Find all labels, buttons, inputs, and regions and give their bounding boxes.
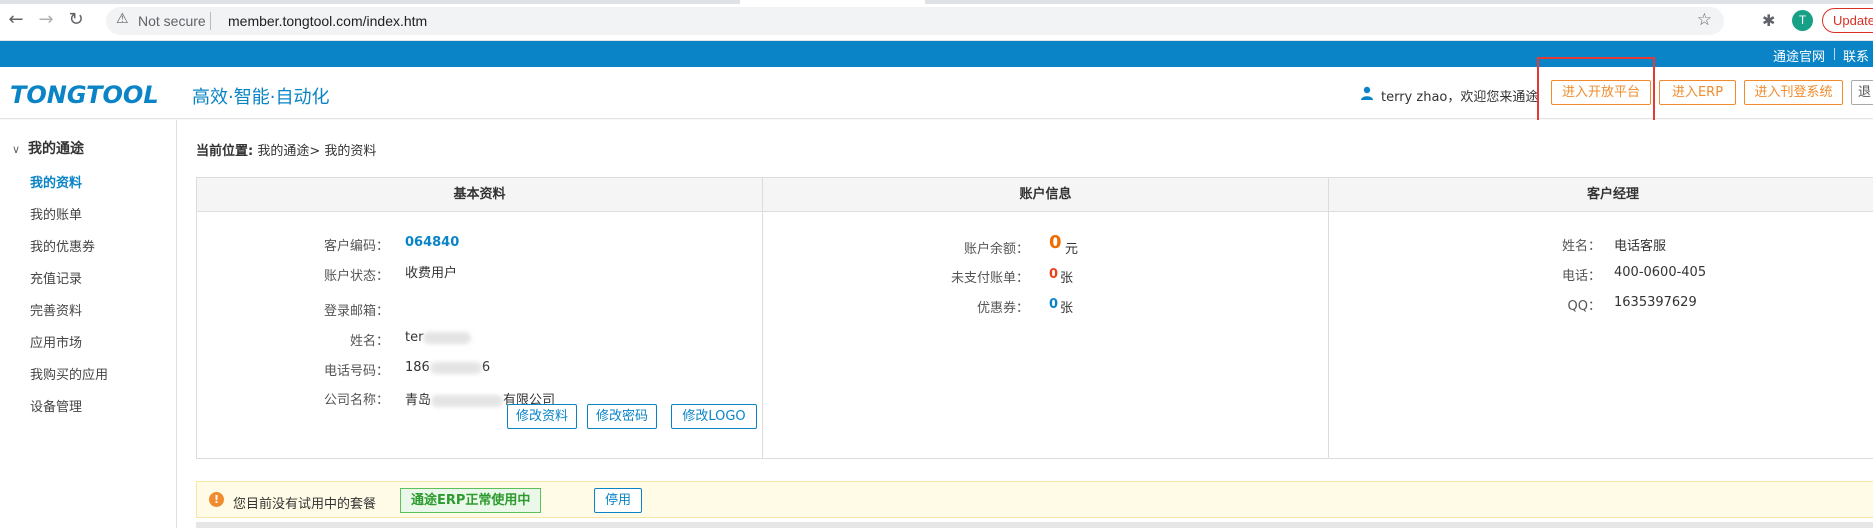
- phone-value: 186 6: [405, 360, 490, 375]
- sidebar-item-my-coupons[interactable]: 我的优惠券: [30, 236, 95, 255]
- name-value: ter: [405, 330, 472, 345]
- back-icon[interactable]: ←: [6, 10, 26, 30]
- customer-code-value: 064840: [405, 235, 460, 250]
- enter-erp-button[interactable]: 进入ERP: [1659, 80, 1736, 105]
- tab-strip: [0, 0, 1873, 4]
- forward-icon[interactable]: →: [36, 10, 56, 30]
- url-text[interactable]: member.tongtool.com/index.htm: [228, 13, 427, 29]
- account-manager-column: 客户经理 姓名： 电话客服 电话： 400-0600-405 QQ： 16353…: [1329, 178, 1873, 458]
- name-value-text: ter: [405, 330, 424, 345]
- profile-avatar[interactable]: T: [1792, 10, 1813, 31]
- user-icon: [1361, 86, 1373, 100]
- account-status-value: 收费用户: [405, 266, 458, 281]
- manager-phone-label: 电话：: [1561, 269, 1601, 284]
- exclamation-icon: !: [209, 492, 224, 507]
- welcome-text: terry zhao，欢迎您来通途: [1381, 90, 1539, 105]
- breadcrumb-label: 当前位置:: [196, 144, 254, 159]
- topbar-divider: [1834, 48, 1835, 60]
- balance-label: 账户余额：: [963, 242, 1029, 257]
- unpaid-label: 未支付账单：: [950, 271, 1029, 286]
- phone-label: 电话号码：: [323, 364, 389, 379]
- notice-text: 您目前没有试用中的套餐: [233, 497, 377, 512]
- sidebar-item-recharge-records[interactable]: 充值记录: [30, 268, 82, 287]
- account-status-label: 账户状态：: [323, 269, 389, 284]
- basic-info-header: 基本资料: [197, 178, 762, 212]
- sidebar-item-purchased-apps[interactable]: 我购买的应用: [30, 364, 108, 383]
- manager-qq-label: QQ：: [1567, 299, 1601, 314]
- account-manager-header: 客户经理: [1329, 178, 1873, 212]
- sidebar-section-title[interactable]: ∨ 我的通途: [12, 138, 84, 158]
- tongtool-logo[interactable]: TONGTOOL: [10, 81, 159, 109]
- sidebar-item-device-management[interactable]: 设备管理: [30, 396, 82, 415]
- coupon-label: 优惠券：: [976, 301, 1029, 316]
- balance-value: 0: [1049, 232, 1062, 253]
- login-email-label: 登录邮箱：: [323, 304, 389, 319]
- account-info-column: 账户信息 账户余额： 0 元 未支付账单： 0 张 优惠券： 0 张: [763, 178, 1329, 458]
- warning-icon[interactable]: ⚠: [116, 11, 129, 27]
- breadcrumb-path[interactable]: 我的通途> 我的资料: [257, 144, 376, 159]
- edit-info-button[interactable]: 修改资料: [507, 404, 577, 429]
- exit-button[interactable]: 退: [1851, 80, 1873, 105]
- active-tab[interactable]: [740, 0, 925, 4]
- basic-info-column: 基本资料 客户编码： 064840 账户状态： 收费用户 登录邮箱： 姓名： t…: [197, 178, 763, 458]
- edit-password-button[interactable]: 修改密码: [587, 404, 657, 429]
- customer-code-label: 客户编码：: [323, 239, 389, 254]
- extensions-icon[interactable]: ✱: [1762, 11, 1775, 30]
- sidebar-title-label: 我的通途: [28, 141, 84, 157]
- bookmark-star-icon[interactable]: ☆: [1697, 10, 1712, 30]
- breadcrumb: 当前位置: 我的通途> 我的资料: [196, 140, 376, 159]
- sidebar-item-app-market[interactable]: 应用市场: [30, 332, 82, 351]
- browser-toolbar: ← → ↻ ⚠ Not secure member.tongtool.com/i…: [0, 0, 1873, 41]
- company-prefix: 青岛: [405, 393, 432, 408]
- manager-phone-value: 400-0600-405: [1614, 265, 1707, 280]
- contact-link[interactable]: 联系: [1843, 46, 1869, 65]
- trial-notice-bar: ! 您目前没有试用中的套餐 通途ERP正常使用中 停用: [196, 481, 1873, 518]
- redacted-name: [423, 331, 472, 344]
- phone-value-tail: 6: [481, 360, 491, 375]
- balance-unit: 元: [1065, 242, 1079, 257]
- edit-logo-button[interactable]: 修改LOGO: [671, 404, 757, 429]
- sidebar-item-my-bills[interactable]: 我的账单: [30, 204, 82, 223]
- manager-name-value: 电话客服: [1614, 239, 1667, 254]
- update-button[interactable]: Update: [1822, 8, 1873, 33]
- company-label: 公司名称：: [323, 393, 389, 408]
- unpaid-value[interactable]: 0: [1049, 267, 1058, 282]
- slogan: 高效·智能·自动化: [192, 87, 330, 108]
- disable-button[interactable]: 停用: [594, 488, 642, 513]
- sidebar-item-complete-profile[interactable]: 完善资料: [30, 300, 82, 319]
- manager-name-label: 姓名：: [1561, 239, 1601, 254]
- official-site-link[interactable]: 通途官网: [1773, 46, 1825, 65]
- coupon-value[interactable]: 0: [1049, 297, 1058, 312]
- not-secure-label[interactable]: Not secure: [138, 13, 206, 29]
- reload-icon[interactable]: ↻: [66, 10, 86, 30]
- sidebar: ∨ 我的通途 我的资料 我的账单 我的优惠券 充值记录 完善资料 应用市场 我购买…: [0, 120, 177, 528]
- redacted-company: [431, 394, 504, 407]
- enter-listing-button[interactable]: 进入刊登系统: [1744, 80, 1843, 105]
- manager-qq-value: 1635397629: [1614, 295, 1697, 310]
- redacted-phone: [429, 361, 482, 374]
- sidebar-item-my-profile[interactable]: 我的资料: [30, 172, 82, 191]
- address-bar[interactable]: ⚠ Not secure member.tongtool.com/index.h…: [106, 7, 1724, 35]
- unpaid-unit: 张: [1060, 271, 1074, 286]
- main-content: 当前位置: 我的通途> 我的资料 基本资料 客户编码： 064840 账户状态：…: [178, 120, 1873, 528]
- coupon-unit: 张: [1060, 301, 1074, 316]
- name-label: 姓名：: [349, 334, 389, 349]
- phone-value-text: 186: [405, 360, 430, 375]
- erp-status-badge: 通途ERP正常使用中: [400, 488, 542, 513]
- omnibox-divider: [210, 12, 211, 30]
- account-info-header: 账户信息: [763, 178, 1328, 212]
- profile-panel: 基本资料 客户编码： 064840 账户状态： 收费用户 登录邮箱： 姓名： t…: [196, 177, 1873, 459]
- next-section-edge: [196, 522, 1873, 528]
- chevron-down-icon: ∨: [12, 143, 21, 156]
